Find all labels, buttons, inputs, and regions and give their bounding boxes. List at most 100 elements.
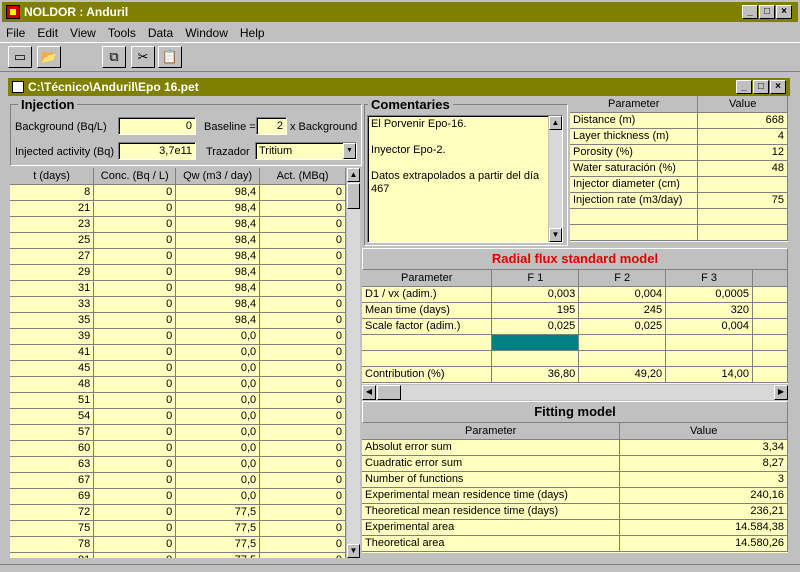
table-row-cell[interactable]: 0 xyxy=(259,184,346,201)
table-row-cell[interactable]: 0 xyxy=(259,472,346,489)
radial-row-cell[interactable] xyxy=(752,350,788,367)
table-row-cell[interactable]: 0 xyxy=(259,440,346,457)
table-row-cell[interactable]: 0 xyxy=(93,488,177,505)
table-row-cell[interactable]: 0,0 xyxy=(175,472,261,489)
radial-row-cell[interactable]: 0,0005 xyxy=(665,286,754,303)
table-row-cell[interactable]: 0 xyxy=(93,552,177,558)
table-row-cell[interactable]: 67 xyxy=(10,472,95,489)
table-row-cell[interactable]: 69 xyxy=(10,488,95,505)
table-row-cell[interactable]: 0 xyxy=(259,280,346,297)
table-row-cell[interactable]: 8 xyxy=(10,184,95,201)
table-row-cell[interactable]: 0 xyxy=(93,456,177,473)
minimize-button[interactable]: _ xyxy=(742,5,758,19)
radial-row-cell[interactable]: 14,00 xyxy=(665,366,754,383)
radial-row-cell[interactable]: Scale factor (adim.) xyxy=(362,318,493,335)
radial-row-cell[interactable] xyxy=(752,302,788,319)
radial-row-cell[interactable]: Contribution (%) xyxy=(362,366,493,383)
fitting-row-cell[interactable]: 3,34 xyxy=(619,439,788,456)
table-row-cell[interactable]: 0 xyxy=(259,456,346,473)
scroll-left-icon[interactable]: ◀ xyxy=(362,385,376,400)
table-row-cell[interactable]: 0,0 xyxy=(175,328,261,345)
table-row-cell[interactable]: 0 xyxy=(259,232,346,249)
background-field[interactable]: 0 xyxy=(118,117,196,135)
table-row-cell[interactable]: 54 xyxy=(10,408,95,425)
table-row-cell[interactable]: 0 xyxy=(93,184,177,201)
table-row-cell[interactable]: 77,5 xyxy=(175,536,261,553)
radial-row-cell[interactable] xyxy=(578,350,667,367)
table-row-cell[interactable]: 0 xyxy=(93,232,177,249)
table-row-cell[interactable]: 0,0 xyxy=(175,456,261,473)
paste-icon[interactable]: 📋 xyxy=(158,46,182,68)
fitting-row-cell[interactable]: Experimental mean residence time (days) xyxy=(362,487,621,504)
trazador-select[interactable]: Tritium ▼ xyxy=(255,142,357,160)
table-row-cell[interactable]: 0 xyxy=(259,344,346,361)
fitting-row-cell[interactable]: Absolut error sum xyxy=(362,439,621,456)
radial-hscrollbar[interactable]: ◀ ▶ xyxy=(362,385,788,400)
radial-row-cell[interactable]: 0,025 xyxy=(491,318,580,335)
radial-row-cell[interactable]: 49,20 xyxy=(578,366,667,383)
comments-scroll-down-icon[interactable]: ▼ xyxy=(549,228,562,242)
table-row-cell[interactable]: 72 xyxy=(10,504,95,521)
menu-help[interactable]: Help xyxy=(240,26,265,40)
comments-textarea[interactable]: El Porvenir Epo-16. Inyector Epo-2. Datos … xyxy=(367,115,563,243)
radial-row-cell[interactable]: 245 xyxy=(578,302,667,319)
table-row-cell[interactable]: 45 xyxy=(10,360,95,377)
radial-row-cell[interactable]: 0,003 xyxy=(491,286,580,303)
table-row-cell[interactable]: 98,4 xyxy=(175,184,261,201)
table-row-cell[interactable]: 98,4 xyxy=(175,216,261,233)
table-row-cell[interactable]: 98,4 xyxy=(175,264,261,281)
table-row-cell[interactable]: 0 xyxy=(259,376,346,393)
copy-icon[interactable]: ⧉ xyxy=(102,46,126,68)
col-qw[interactable]: Qw (m3 / day) xyxy=(175,168,261,185)
radial-row-cell[interactable]: 195 xyxy=(491,302,580,319)
col-t-days[interactable]: t (days) xyxy=(10,168,95,185)
radial-row-cell[interactable] xyxy=(578,334,667,351)
fitting-row-cell[interactable]: 14.580,26 xyxy=(619,535,788,552)
fitting-row-cell[interactable]: 240,16 xyxy=(619,487,788,504)
menu-edit[interactable]: Edit xyxy=(37,26,58,40)
table-row-cell[interactable]: 0 xyxy=(93,296,177,313)
table-row-cell[interactable]: 0 xyxy=(93,200,177,217)
table-row-cell[interactable]: 0 xyxy=(259,424,346,441)
table-row-cell[interactable]: 25 xyxy=(10,232,95,249)
table-row-cell[interactable]: 29 xyxy=(10,264,95,281)
radial-row-cell[interactable] xyxy=(362,334,493,351)
table-row-cell[interactable]: 0,0 xyxy=(175,344,261,361)
comments-scrollbar[interactable]: ▲ ▼ xyxy=(548,116,562,242)
activity-field[interactable]: 3,7e11 xyxy=(118,142,196,160)
table-row-cell[interactable]: 0 xyxy=(259,216,346,233)
fitting-row-cell[interactable]: 14.584,38 xyxy=(619,519,788,536)
radial-row-cell[interactable] xyxy=(491,350,580,367)
table-row-cell[interactable]: 81 xyxy=(10,552,95,558)
table-row-cell[interactable]: 27 xyxy=(10,248,95,265)
table-row-cell[interactable]: 51 xyxy=(10,392,95,409)
table-row-cell[interactable]: 23 xyxy=(10,216,95,233)
menu-tools[interactable]: Tools xyxy=(108,26,136,40)
table-row-cell[interactable]: 0,0 xyxy=(175,488,261,505)
scroll-down-icon[interactable]: ▼ xyxy=(347,544,360,558)
table-row-cell[interactable]: 75 xyxy=(10,520,95,537)
fitting-row-cell[interactable]: 8,27 xyxy=(619,455,788,472)
table-row-cell[interactable]: 0 xyxy=(93,360,177,377)
table-row-cell[interactable]: 0 xyxy=(93,376,177,393)
table-row-cell[interactable]: 0 xyxy=(93,392,177,409)
table-row-cell[interactable]: 21 xyxy=(10,200,95,217)
maximize-button[interactable]: □ xyxy=(759,5,775,19)
params-row-cell[interactable] xyxy=(697,208,788,225)
table-row-cell[interactable]: 77,5 xyxy=(175,504,261,521)
table-row-cell[interactable]: 48 xyxy=(10,376,95,393)
table-row-cell[interactable]: 98,4 xyxy=(175,296,261,313)
table-row-cell[interactable]: 0 xyxy=(259,408,346,425)
chevron-down-icon[interactable]: ▼ xyxy=(343,143,356,159)
table-row-cell[interactable]: 57 xyxy=(10,424,95,441)
radial-row-cell[interactable] xyxy=(752,286,788,303)
table-row-cell[interactable]: 0 xyxy=(93,472,177,489)
table-row-cell[interactable]: 0 xyxy=(93,424,177,441)
fitting-row-cell[interactable]: 3 xyxy=(619,471,788,488)
menu-file[interactable]: File xyxy=(6,26,25,40)
table-row-cell[interactable]: 98,4 xyxy=(175,312,261,329)
menu-data[interactable]: Data xyxy=(148,26,173,40)
table-row-cell[interactable]: 0 xyxy=(259,200,346,217)
doc-close-button[interactable]: × xyxy=(770,80,786,94)
col-act[interactable]: Act. (MBq) xyxy=(259,168,346,185)
